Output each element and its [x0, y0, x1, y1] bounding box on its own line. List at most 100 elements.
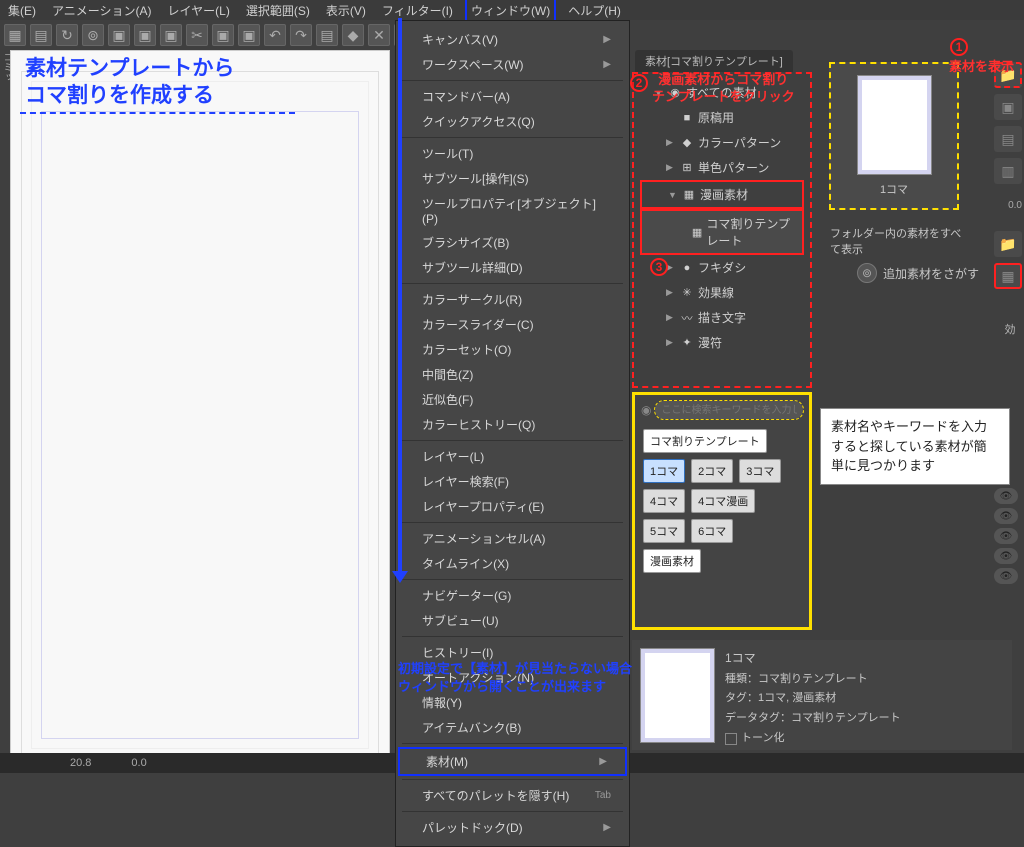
dropdown-item[interactable]: 素材(M)▶: [398, 747, 627, 776]
menubar-item[interactable]: ヘルプ(H): [564, 0, 625, 21]
rail-material-icon[interactable]: ▦: [994, 263, 1022, 289]
hint-search-more-label: 追加素材をさがす: [883, 265, 979, 282]
eye-icon[interactable]: 👁: [994, 548, 1018, 564]
dropdown-item[interactable]: カラースライダー(C): [396, 312, 629, 337]
dropdown-item[interactable]: パレットドック(D)▶: [396, 815, 629, 840]
menubar-item[interactable]: 表示(V): [322, 0, 370, 21]
dropdown-item[interactable]: レイヤー(L): [396, 444, 629, 469]
dropdown-item[interactable]: アイテムバンク(B): [396, 715, 629, 740]
dropdown-item[interactable]: コマンドバー(A): [396, 84, 629, 109]
tag-button[interactable]: 5コマ: [643, 519, 685, 543]
dropdown-item[interactable]: ツール(T): [396, 141, 629, 166]
tree-item[interactable]: ▶✳効果線: [638, 280, 806, 305]
tree-item-icon: ▦: [682, 188, 696, 202]
tree-item-icon: ■: [680, 111, 694, 125]
tree-item-label: 漫符: [698, 334, 722, 351]
dropdown-item[interactable]: カラーサークル(R): [396, 287, 629, 312]
tree-item-icon: ●: [680, 261, 694, 275]
tree-item[interactable]: ▦コマ割りテンプレート: [640, 209, 804, 255]
tree-item[interactable]: ▼▦漫画素材: [640, 180, 804, 209]
dropdown-item[interactable]: ブラシサイズ(B): [396, 230, 629, 255]
tree-item-icon: ✳: [680, 286, 694, 300]
dropdown-item[interactable]: キャンバス(V)▶: [396, 27, 629, 52]
toolbar-icon[interactable]: ✂: [186, 24, 208, 46]
preview-thumbnail[interactable]: [857, 75, 932, 175]
toolbar-icon[interactable]: ▣: [160, 24, 182, 46]
detail-tag-value: 1コマ, 漫画素材: [758, 692, 836, 704]
dropdown-item[interactable]: レイヤー検索(F): [396, 469, 629, 494]
toolbar-icon[interactable]: ◆: [342, 24, 364, 46]
toolbar-icon[interactable]: ▣: [134, 24, 156, 46]
tree-item[interactable]: ▶〰描き文字: [638, 305, 806, 330]
status-zoom-value: 20.8: [70, 757, 91, 769]
toolbar-icon[interactable]: ▤: [30, 24, 52, 46]
toolbar-icon[interactable]: ↷: [290, 24, 312, 46]
marker-1-icon: 1: [950, 38, 968, 56]
hint-show-all-in-folder[interactable]: フォルダー内の素材をすべて表示: [830, 225, 970, 257]
detail-tag-label: タグ：: [725, 692, 758, 704]
eye-icon[interactable]: 👁: [994, 568, 1018, 584]
menubar-item[interactable]: 選択範囲(S): [242, 0, 314, 21]
toolbar-icon[interactable]: ▣: [212, 24, 234, 46]
menubar: 集(E) アニメーション(A) レイヤー(L) 選択範囲(S) 表示(V) フィルター(I…: [0, 0, 1024, 20]
tag-button[interactable]: 4コマ漫画: [691, 489, 755, 513]
hint-search-more[interactable]: ⊚ 追加素材をさがす: [857, 263, 997, 283]
dropdown-item[interactable]: ツールプロパティ[オブジェクト](P): [396, 191, 629, 230]
tree-item-label: 描き文字: [698, 309, 746, 326]
tutorial-arrow: [398, 18, 402, 573]
dropdown-item[interactable]: レイヤープロパティ(E): [396, 494, 629, 519]
dropdown-item[interactable]: ワークスペース(W)▶: [396, 52, 629, 77]
tree-item[interactable]: ▶✦漫符: [638, 330, 806, 355]
section-tag[interactable]: コマ割りテンプレート: [643, 429, 767, 453]
detail-thumbnail[interactable]: [640, 648, 715, 743]
toolbar-icon[interactable]: ▣: [238, 24, 260, 46]
dropdown-item[interactable]: ナビゲーター(G): [396, 583, 629, 608]
menubar-item[interactable]: フィルター(I): [378, 0, 457, 21]
rail-folder-icon[interactable]: 📁: [994, 231, 1022, 257]
tag-button[interactable]: 2コマ: [691, 459, 733, 483]
dropdown-item[interactable]: サブビュー(U): [396, 608, 629, 633]
tree-item[interactable]: ▶◆カラーパターン: [638, 130, 806, 155]
tag-button[interactable]: 3コマ: [739, 459, 781, 483]
tag-button[interactable]: 1コマ: [643, 459, 685, 483]
toolbar-icon[interactable]: ⊚: [82, 24, 104, 46]
dropdown-item[interactable]: サブツール[操作](S): [396, 166, 629, 191]
menubar-item[interactable]: 集(E): [4, 0, 40, 21]
detail-title: 1コマ: [725, 648, 1004, 670]
rail-icon[interactable]: ▥: [994, 158, 1022, 184]
tree-item[interactable]: ▶⊞単色パターン: [638, 155, 806, 180]
toolbar-icon[interactable]: ↶: [264, 24, 286, 46]
rail-icon[interactable]: ▣: [994, 94, 1022, 120]
status-angle-value: 0.0: [131, 757, 146, 769]
menubar-item[interactable]: アニメーション(A): [48, 0, 156, 21]
toolbar-icon[interactable]: ▣: [108, 24, 130, 46]
tone-checkbox[interactable]: [725, 733, 737, 745]
menubar-item[interactable]: レイヤー(L): [164, 0, 234, 21]
rail-icon[interactable]: ▤: [994, 126, 1022, 152]
dropdown-item[interactable]: カラーヒストリー(Q): [396, 412, 629, 437]
canvas-area[interactable]: [10, 50, 390, 770]
dropdown-item[interactable]: クイックアクセス(Q): [396, 109, 629, 134]
dropdown-item[interactable]: すべてのパレットを隠す(H)Tab: [396, 783, 629, 808]
toolbar-icon[interactable]: ▤: [316, 24, 338, 46]
dropdown-item[interactable]: 中間色(Z): [396, 362, 629, 387]
dropdown-item[interactable]: 近似色(F): [396, 387, 629, 412]
toolbar-icon[interactable]: ▦: [4, 24, 26, 46]
eye-icon[interactable]: 👁: [994, 488, 1018, 504]
tag-button[interactable]: 4コマ: [643, 489, 685, 513]
tree-item-label: 原稿用: [698, 109, 734, 126]
material-tab-header[interactable]: 素材[コマ割りテンプレート]: [635, 50, 793, 72]
dropdown-item[interactable]: タイムライン(X): [396, 551, 629, 576]
eye-icon[interactable]: 👁: [994, 508, 1018, 524]
dropdown-item[interactable]: サブツール詳細(D): [396, 255, 629, 280]
dropdown-item[interactable]: アニメーションセル(A): [396, 526, 629, 551]
tree-item[interactable]: ■ 原稿用: [638, 105, 806, 130]
extra-tag[interactable]: 漫画素材: [643, 549, 701, 573]
eye-icon[interactable]: 👁: [994, 528, 1018, 544]
tag-button[interactable]: 6コマ: [691, 519, 733, 543]
detail-type-value: コマ割りテンプレート: [758, 673, 868, 685]
search-input[interactable]: [655, 401, 803, 419]
toolbar-icon[interactable]: ✕: [368, 24, 390, 46]
toolbar-icon[interactable]: ↻: [56, 24, 78, 46]
dropdown-item[interactable]: カラーセット(O): [396, 337, 629, 362]
